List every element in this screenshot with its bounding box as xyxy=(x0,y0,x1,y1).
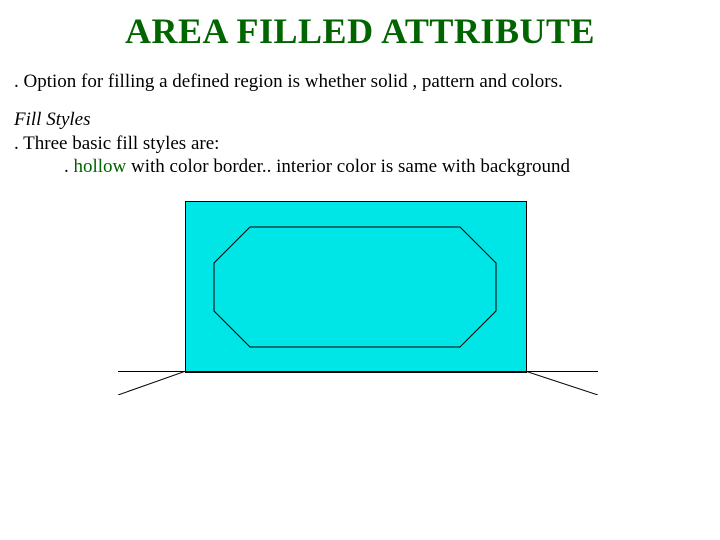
bullet-rest: with color border.. interior color is sa… xyxy=(131,156,570,177)
diagram xyxy=(0,193,720,413)
fill-styles-line: . Three basic fill styles are: xyxy=(14,132,706,156)
hollow-bullet: . hollow with color border.. interior co… xyxy=(64,155,680,179)
bullet-dot: . xyxy=(64,156,74,177)
page-title: AREA FILLED ATTRIBUTE xyxy=(0,10,720,52)
slide: AREA FILLED ATTRIBUTE . Option for filli… xyxy=(0,0,720,540)
section-heading: Fill Styles xyxy=(14,108,706,132)
hollow-word: hollow xyxy=(74,156,132,177)
perspective-line-left-icon xyxy=(118,371,186,395)
octagon-outline-icon xyxy=(210,223,500,351)
perspective-line-right-icon xyxy=(525,371,598,395)
intro-text: . Option for filling a defined region is… xyxy=(14,70,706,94)
